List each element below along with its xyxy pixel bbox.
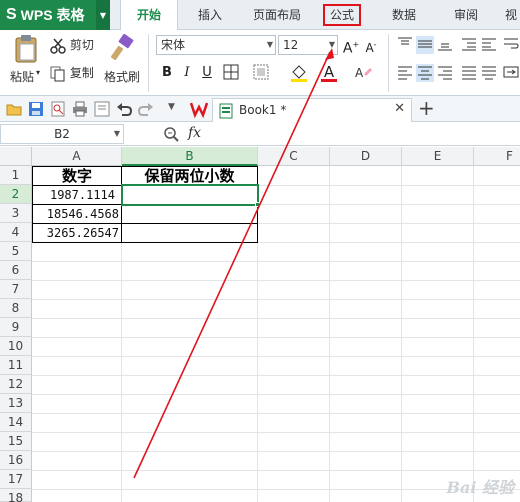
watermark: Bai 经验 (446, 478, 514, 497)
annotation-arrow (133, 48, 334, 479)
